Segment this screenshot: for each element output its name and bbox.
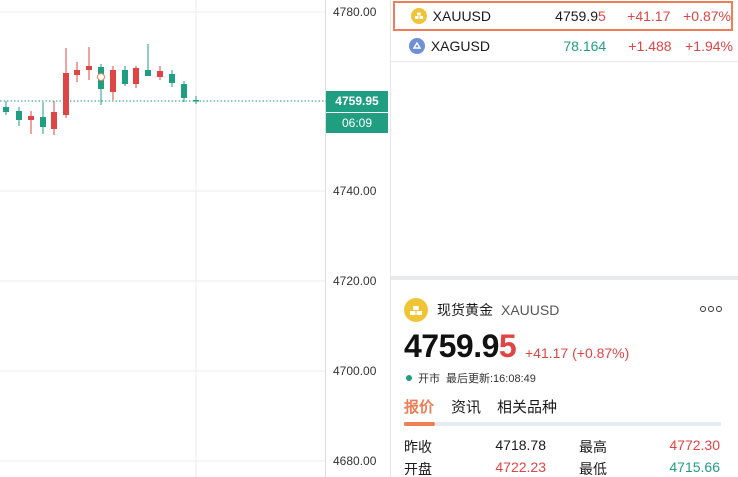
quote-side-panel: XAUUSD 4759.95 +41.17 +0.87% XAGUSD 78.1…	[390, 0, 738, 477]
watchlist-change: +1.488	[628, 38, 672, 54]
tab-news[interactable]: 资讯	[451, 396, 481, 417]
watchlist-divider	[391, 61, 738, 62]
tab-quote[interactable]: 报价	[404, 396, 434, 417]
candle	[157, 66, 163, 80]
candle	[145, 44, 151, 76]
stat-high-value: 4772.30	[669, 437, 720, 453]
candle	[133, 66, 139, 88]
gold-bar-icon	[404, 298, 428, 322]
stat-prev-close-value: 4718.78	[495, 437, 546, 453]
watchlist-symbol: XAGUSD	[430, 38, 490, 54]
instrument-symbol: XAUUSD	[501, 302, 560, 318]
candle	[63, 48, 69, 118]
price-chart-panel[interactable]: 4780.00 4740.00 4720.00 4700.00 4680.00 4759…	[0, 0, 390, 477]
watchlist-price: 4759.95	[555, 8, 606, 24]
price-change: +41.17 (+0.87%)	[525, 345, 630, 361]
silver-bar-icon	[409, 38, 425, 54]
watchlist-symbol: XAUUSD	[432, 8, 492, 24]
watchlist: XAUUSD 4759.95 +41.17 +0.87% XAGUSD 78.1…	[391, 0, 738, 276]
candle	[74, 62, 80, 82]
watchlist-row-xagusd[interactable]: XAGUSD 78.164 +1.488 +1.94%	[393, 31, 733, 61]
candle	[86, 47, 92, 80]
market-open-dot-icon	[406, 375, 412, 381]
stat-low-value: 4715.66	[669, 459, 720, 475]
y-tick-label: 4680.00	[333, 454, 377, 468]
last-update-time: 最后更新:16:08:49	[446, 373, 536, 385]
detail-header: 现货黄金 XAUUSD	[404, 297, 559, 323]
candle	[51, 101, 57, 135]
last-price: 4759.95	[404, 328, 517, 364]
instrument-name: 现货黄金	[437, 302, 493, 318]
candle	[122, 66, 128, 86]
watchlist-change: +41.17	[627, 8, 671, 24]
active-tab-indicator	[404, 422, 435, 426]
detail-tabs: 报价 资讯 相关品种	[404, 396, 721, 426]
candle	[169, 70, 175, 87]
gold-bar-icon	[411, 8, 427, 24]
candlestick-chart[interactable]: 4780.00 4740.00 4720.00 4700.00 4680.00	[0, 0, 390, 477]
stat-prev-close-label: 昨收	[404, 439, 432, 455]
candle	[28, 111, 34, 134]
stat-low-label: 最低	[579, 461, 607, 477]
y-tick-label: 4780.00	[333, 5, 377, 19]
tab-related[interactable]: 相关品种	[497, 396, 557, 417]
candle	[98, 64, 104, 105]
market-status: 开市 最后更新:16:08:49	[406, 370, 536, 386]
candle	[16, 107, 22, 126]
stat-open-label: 开盘	[404, 461, 432, 477]
watchlist-percent: +1.94%	[685, 38, 733, 54]
candle-countdown-tag: 06:09	[326, 113, 388, 133]
watchlist-row-xauusd[interactable]: XAUUSD 4759.95 +41.17 +0.87%	[393, 1, 733, 31]
candle	[3, 101, 9, 115]
candle	[110, 66, 116, 100]
crosshair-marker-icon	[97, 73, 105, 81]
y-tick-label: 4740.00	[333, 184, 377, 198]
y-tick-label: 4700.00	[333, 364, 377, 378]
stat-open-value: 4722.23	[495, 459, 546, 475]
current-price-tag: 4759.95	[326, 91, 388, 112]
candle	[181, 81, 187, 102]
candle	[193, 96, 199, 104]
market-status-text: 开市	[418, 373, 440, 385]
y-tick-label: 4720.00	[333, 274, 377, 288]
watchlist-price: 78.164	[563, 38, 607, 54]
stat-high-label: 最高	[579, 439, 607, 455]
watchlist-percent: +0.87%	[683, 8, 731, 24]
candle	[40, 102, 46, 134]
instrument-detail: 现货黄金 XAUUSD 4759.95 +41.17 (+0.87%) 开市 最…	[391, 280, 738, 477]
more-options-icon[interactable]	[700, 302, 722, 316]
